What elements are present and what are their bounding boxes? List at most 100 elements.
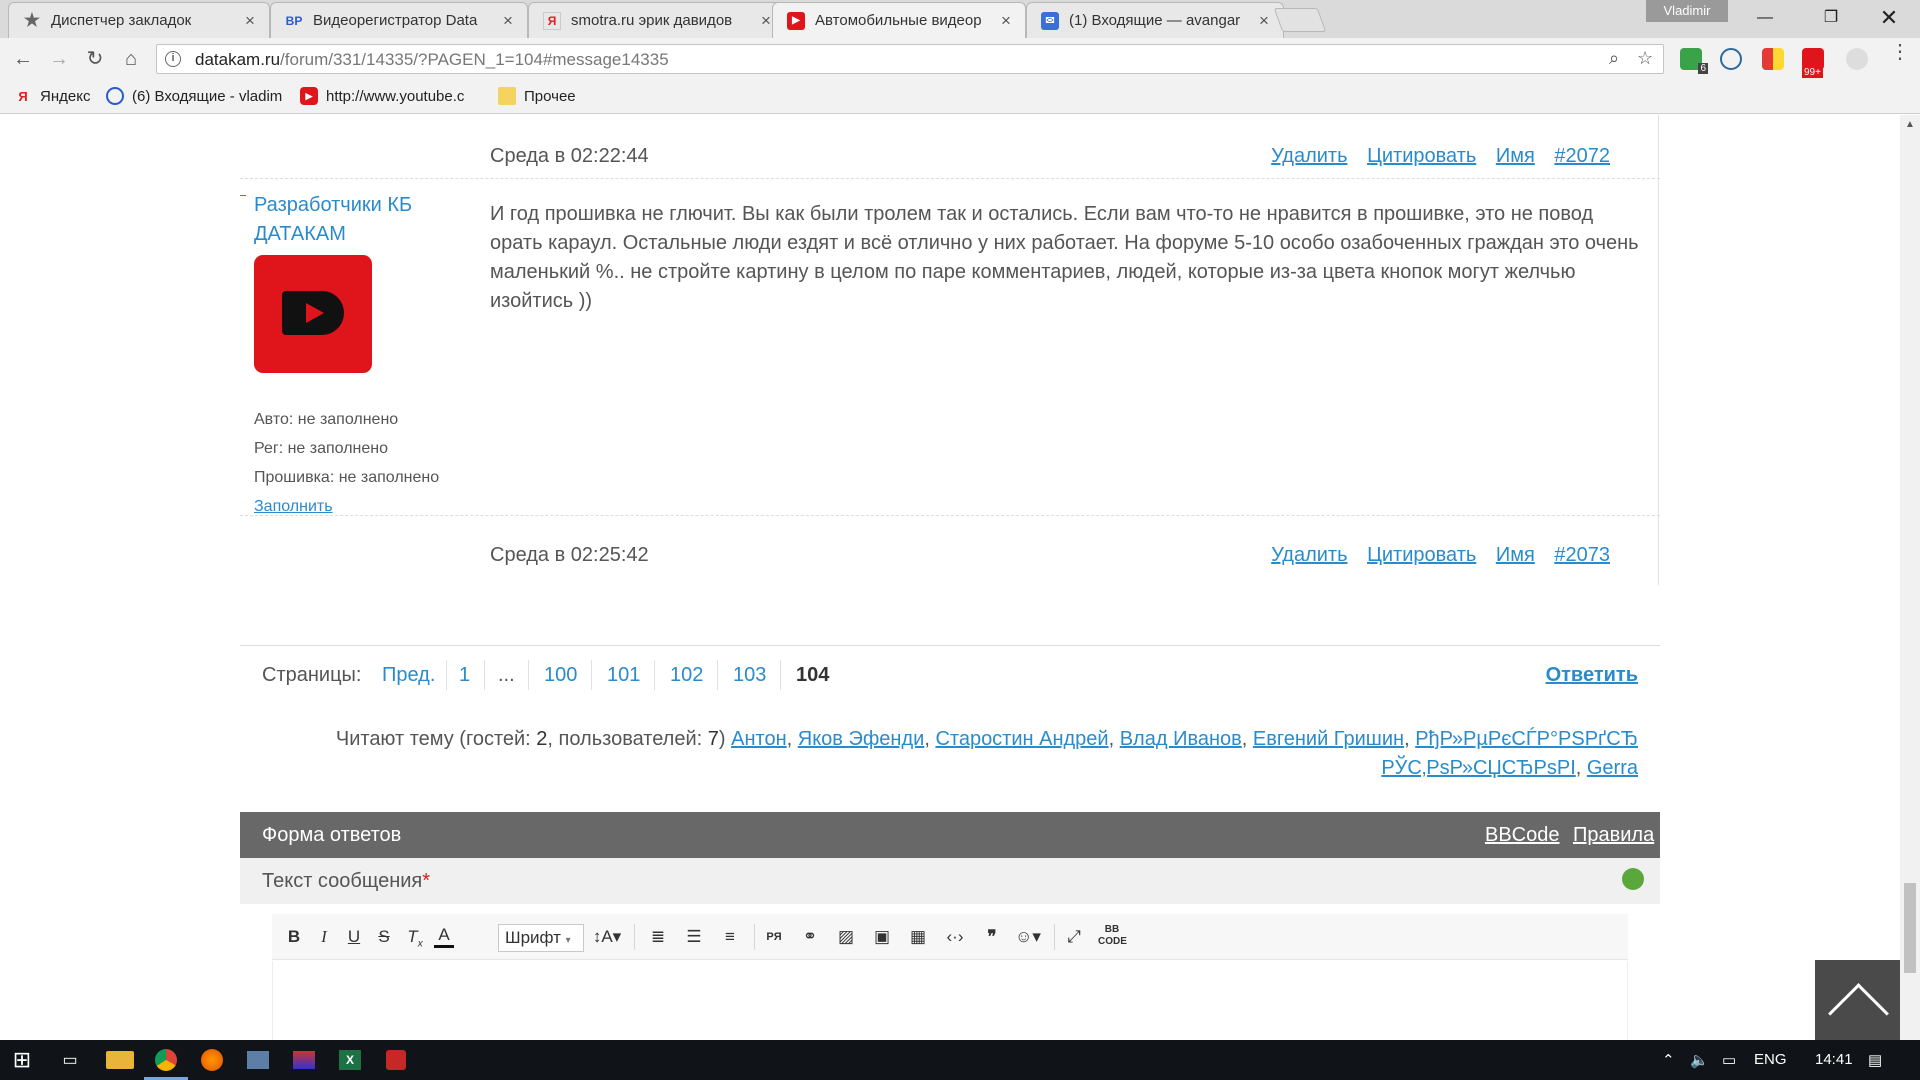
bookmark-star-icon[interactable]: ☆ [1637,48,1653,69]
language-indicator[interactable]: ENG [1754,1051,1787,1068]
name-link[interactable]: Имя [1496,145,1535,167]
volume-icon[interactable]: 🔈 [1690,1051,1709,1069]
avatar[interactable] [254,255,372,373]
menu-icon[interactable]: ⋮ [1890,42,1910,62]
rules-link[interactable]: Правила [1573,824,1654,847]
notifications-icon[interactable]: ▤ [1868,1051,1882,1069]
delete-link[interactable]: Удалить [1271,544,1347,566]
delete-link[interactable]: Удалить [1271,145,1347,167]
app-icon[interactable] [290,1046,318,1074]
page-link[interactable]: 1 [459,664,470,687]
chrome-icon[interactable] [144,1046,188,1080]
shield-extension-icon[interactable]: 6 [1680,48,1708,74]
photos-icon[interactable] [244,1046,272,1074]
table-icon[interactable]: ▦ [906,924,930,950]
tab-datakam[interactable]: ▶ Автомобильные видеор × [772,2,1026,38]
reader-link[interactable]: Антон [731,728,787,750]
bbcode-mode-icon[interactable]: BB CODE [1098,924,1127,950]
page-scrollbar[interactable]: ▲ [1900,115,1920,1040]
reader-link[interactable]: Яков Эфенди [798,728,925,750]
reader-link[interactable]: Старостин Андрей [935,728,1108,750]
reload-icon[interactable]: ↻ [82,46,108,72]
unordered-list-icon[interactable]: ☰ [682,924,706,950]
minimize-icon[interactable]: — [1732,0,1798,36]
page-link[interactable]: 101 [607,664,640,687]
page-link[interactable]: 102 [670,664,703,687]
address-bar[interactable]: i datakam.ru/forum/331/14335/?PAGEN_1=10… [156,44,1664,74]
site-info-icon[interactable]: i [165,51,181,67]
reader-link[interactable]: Влад Иванов [1120,728,1242,750]
reader-link[interactable]: Евгений Гришин [1253,728,1404,750]
reader-link[interactable]: РЎС‚РѕР»СЏСЂРѕРІ [1381,757,1575,779]
post-number-link[interactable]: #2072 [1554,145,1610,167]
back-icon[interactable]: ← [10,46,36,72]
message-textarea[interactable] [272,961,1628,1040]
page-link[interactable]: 103 [733,664,766,687]
reader-link[interactable]: РђР»РµРєСЃР°РЅРґСЂ [1415,728,1638,750]
underline-icon[interactable]: U [344,924,364,950]
tab-videoregistrator[interactable]: ВР Видеорегистратор Data × [270,2,528,38]
translit-icon[interactable]: PЯ [762,924,786,950]
download-icon[interactable] [1622,868,1644,890]
profile-badge[interactable]: Vladimir [1646,0,1728,22]
network-icon[interactable]: ▭ [1722,1051,1736,1069]
bookmark-yandex[interactable]: Я Яндекс [14,87,90,105]
bookmark-inbox[interactable]: (6) Входящие - vladim [106,87,286,105]
fill-profile-link[interactable]: Заполнить [254,498,333,516]
clear-format-icon[interactable]: Tx [404,924,426,950]
ordered-list-icon[interactable]: ≣ [646,924,670,950]
window-close-icon[interactable]: ✕ [1856,0,1920,36]
new-tab-button[interactable] [1273,8,1327,32]
zoom-icon[interactable]: ⌕ [1609,48,1619,69]
bold-icon[interactable]: B [284,924,304,950]
smiley-icon[interactable]: ☺▾ [1012,924,1044,950]
tray-arrow-icon[interactable]: ⌃ [1662,1051,1675,1069]
page-link[interactable]: 100 [544,664,577,687]
firefox-icon[interactable] [198,1046,226,1074]
scrollbar-thumb[interactable] [1904,883,1916,973]
scroll-up-icon[interactable]: ▲ [1905,119,1915,130]
restore-icon[interactable]: ❐ [1798,0,1864,36]
tab-bookmark-manager[interactable]: ★ Диспетчер закладок × [8,2,270,38]
bookmark-other[interactable]: Прочее [498,87,576,105]
quote-link[interactable]: Цитировать [1367,544,1476,566]
font-size-icon[interactable]: ↕A▾ [592,924,622,950]
code-icon[interactable]: ‹·› [940,924,970,950]
scroll-to-top-button[interactable] [1815,960,1900,1040]
task-view-icon[interactable]: ▭ [56,1046,84,1074]
align-icon[interactable]: ≡ [718,924,742,950]
windows-start-icon[interactable]: ⊞ [8,1046,36,1074]
prev-page-link[interactable]: Пред. [382,664,435,687]
bbcode-link[interactable]: BBCode [1485,824,1560,847]
bookmark-youtube[interactable]: ▶ http://www.youtube.c [300,87,482,105]
link-icon[interactable]: ⚭ [798,924,822,950]
tab-mail[interactable]: ✉ (1) Входящие — avangar × [1026,2,1284,38]
reply-link[interactable]: Ответить [1546,664,1638,687]
text-color-icon[interactable]: A [434,924,454,948]
image-icon[interactable]: ▨ [834,924,858,950]
tab-close-icon[interactable]: × [241,11,259,31]
name-link[interactable]: Имя [1496,544,1535,566]
extension-icon[interactable] [1846,48,1868,70]
tab-close-icon[interactable]: × [997,11,1015,31]
clock[interactable]: 14:41 [1815,1051,1853,1068]
forward-icon[interactable]: → [46,46,72,72]
quote-icon[interactable]: ❞ [980,924,1004,950]
quote-link[interactable]: Цитировать [1367,145,1476,167]
author-name[interactable]: Разработчики КБ ДАТАКАМ [254,191,454,249]
tab-close-icon[interactable]: × [499,11,517,31]
font-select[interactable]: Шрифт ▾ [498,924,584,952]
video-icon[interactable]: ▣ [870,924,894,950]
mail-extension-icon[interactable]: 99+ [1802,48,1824,78]
excel-icon[interactable]: X [336,1046,364,1074]
post-number-link[interactable]: #2073 [1554,544,1610,566]
tab-close-icon[interactable]: × [1255,11,1273,31]
bookmark-extension-icon[interactable] [1762,48,1784,70]
home-icon[interactable]: ⌂ [118,46,144,72]
file-explorer-icon[interactable] [106,1051,134,1069]
strikethrough-icon[interactable]: S [374,924,394,950]
reader-link[interactable]: Gerra [1587,757,1638,779]
delta-extension-icon[interactable] [1720,48,1742,70]
app-icon[interactable] [382,1046,410,1074]
tab-smotra[interactable]: Я smotra.ru эрик давидов × [528,2,786,38]
